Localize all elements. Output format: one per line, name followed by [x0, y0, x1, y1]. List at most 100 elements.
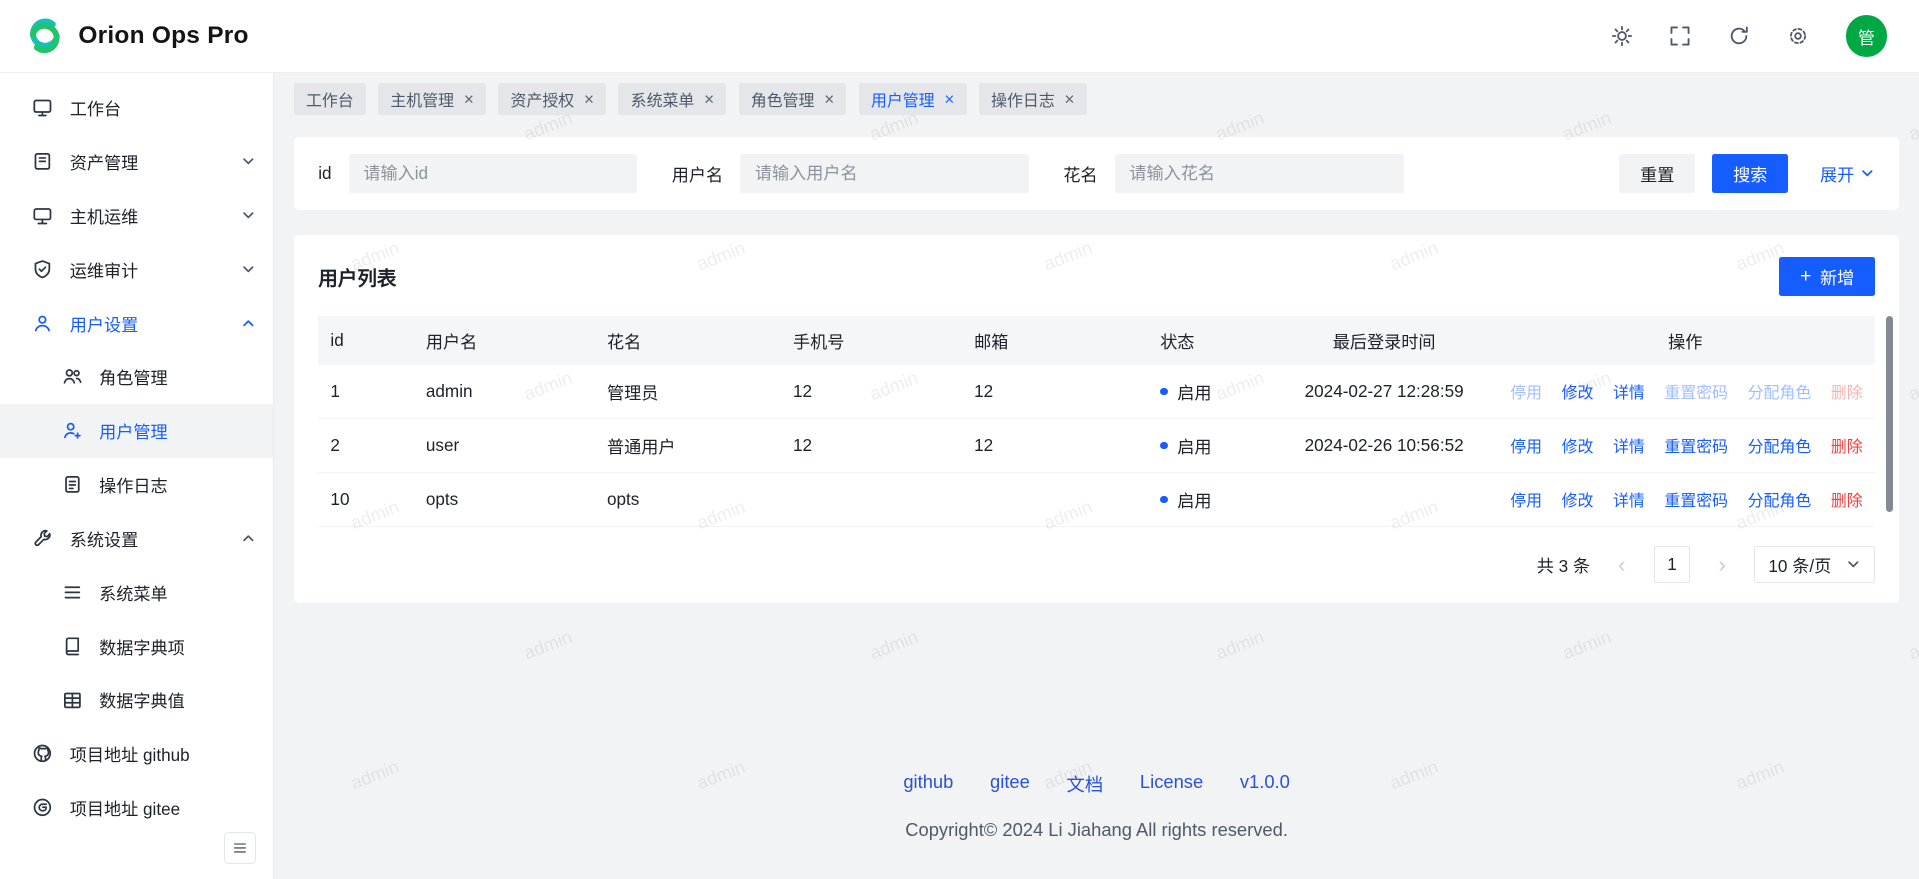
theme-toggle-button[interactable] — [1601, 15, 1643, 57]
action-assign-role[interactable]: 分配角色 — [1748, 488, 1812, 511]
refresh-button[interactable] — [1718, 15, 1760, 57]
close-icon[interactable]: × — [944, 91, 954, 108]
tab-asset-auth[interactable]: 资产授权× — [498, 83, 606, 115]
close-icon[interactable]: × — [824, 91, 834, 108]
action-detail[interactable]: 详情 — [1613, 488, 1645, 511]
close-icon[interactable]: × — [584, 91, 594, 108]
cell-username: opts — [414, 472, 595, 526]
table-header: id用户名花名手机号邮箱状态最后登录时间操作 — [318, 316, 1875, 365]
filter-card: id 用户名 花名 重置 搜索 展开 — [294, 137, 1900, 210]
chevron-down-icon — [241, 208, 256, 223]
sidebar-item-workbench[interactable]: 工作台 — [0, 81, 273, 135]
action-assign-role[interactable]: 分配角色 — [1748, 380, 1812, 403]
sidebar-item-user-manage[interactable]: 用户管理 — [0, 404, 273, 458]
action-disable[interactable]: 停用 — [1510, 434, 1542, 457]
sidebar-item-gitee[interactable]: 项目地址 gitee — [0, 781, 273, 835]
sidebar-item-ops-audit[interactable]: 运维审计 — [0, 242, 273, 296]
sidebar-item-system-menu[interactable]: 系统菜单 — [0, 565, 273, 619]
tab-op-log[interactable]: 操作日志× — [979, 83, 1087, 115]
pagination-prev-button[interactable]: ‹ — [1605, 547, 1639, 581]
scrollbar-thumb[interactable] — [1886, 316, 1893, 512]
add-button-label: 新增 — [1820, 264, 1854, 289]
action-disable[interactable]: 停用 — [1510, 380, 1542, 403]
refresh-icon — [1728, 25, 1750, 47]
cell-phone — [781, 472, 962, 526]
sidebar-item-asset-manage[interactable]: 资产管理 — [0, 135, 273, 189]
table-row: 10optsopts启用停用修改详情重置密码分配角色删除 — [318, 472, 1875, 526]
search-button[interactable]: 搜索 — [1712, 154, 1788, 193]
action-edit[interactable]: 修改 — [1562, 488, 1594, 511]
close-icon[interactable]: × — [704, 91, 714, 108]
reset-button[interactable]: 重置 — [1619, 154, 1695, 193]
username-input[interactable] — [740, 154, 1029, 193]
action-delete[interactable]: 删除 — [1831, 488, 1863, 511]
add-button[interactable]: + 新增 — [1779, 257, 1875, 296]
cell-last-login: 2024-02-27 12:28:59 — [1273, 365, 1496, 419]
tab-role-manage[interactable]: 角色管理 × — [739, 83, 847, 115]
sidebar-item-host-ops[interactable]: 主机运维 — [0, 188, 273, 242]
sidebar-item-role-manage[interactable]: 角色管理 — [0, 350, 273, 404]
cell-email: 12 — [962, 365, 1148, 419]
sidebar-item-system-settings[interactable]: 系统设置 — [0, 512, 273, 566]
sidebar-item-github[interactable]: 项目地址 github — [0, 727, 273, 781]
action-edit[interactable]: 修改 — [1562, 380, 1594, 403]
tab-label: 角色管理 — [751, 88, 815, 111]
sidebar-item-dict-value[interactable]: 数据字典值 — [0, 673, 273, 727]
pagination-next-button[interactable]: › — [1705, 547, 1739, 581]
cell-last-login: 2024-02-26 10:56:52 — [1273, 418, 1496, 472]
roles-icon — [61, 366, 83, 388]
action-detail[interactable]: 详情 — [1613, 434, 1645, 457]
table-scrollbar[interactable] — [1886, 316, 1893, 527]
gitee-icon — [32, 797, 54, 819]
log-icon — [61, 474, 83, 496]
footer-link-3[interactable]: License — [1140, 771, 1203, 797]
sidebar-item-dict-item[interactable]: 数据字典项 — [0, 619, 273, 673]
watermark-text: admin — [1906, 626, 1919, 664]
row-actions: 停用修改详情重置密码分配角色删除 — [1508, 488, 1863, 511]
app-logo-icon — [24, 15, 66, 57]
sidebar-item-user-settings[interactable]: 用户设置 — [0, 296, 273, 350]
tab-system-menu[interactable]: 系统菜单 × — [618, 83, 726, 115]
column-header: 操作 — [1496, 316, 1876, 365]
status-dot-icon — [1160, 442, 1167, 449]
id-input[interactable] — [349, 154, 638, 193]
tab-workbench[interactable]: 工作台 — [294, 83, 366, 115]
cell-phone: 12 — [781, 418, 962, 472]
tab-user-manage[interactable]: 用户管理× — [859, 83, 967, 115]
footer-link-0[interactable]: github — [903, 771, 953, 797]
action-edit[interactable]: 修改 — [1562, 434, 1594, 457]
action-delete[interactable]: 删除 — [1831, 380, 1863, 403]
close-icon[interactable]: × — [1065, 91, 1075, 108]
header-actions-area: 管 — [1601, 15, 1887, 57]
page-size-select[interactable]: 10 条/页 — [1754, 546, 1875, 583]
tab-label: 系统菜单 — [631, 88, 695, 111]
cell-last-login — [1273, 472, 1496, 526]
action-disable[interactable]: 停用 — [1510, 488, 1542, 511]
action-delete[interactable]: 删除 — [1831, 434, 1863, 457]
column-header: id — [318, 316, 413, 365]
expand-toggle[interactable]: 展开 — [1820, 161, 1875, 186]
sidebar-item-label: 项目地址 gitee — [70, 795, 180, 820]
action-reset-password[interactable]: 重置密码 — [1664, 380, 1728, 403]
page-1-button[interactable]: 1 — [1654, 546, 1691, 583]
user-avatar[interactable]: 管 — [1846, 15, 1888, 57]
nickname-input[interactable] — [1115, 154, 1404, 193]
action-detail[interactable]: 详情 — [1613, 380, 1645, 403]
fullscreen-button[interactable] — [1660, 15, 1702, 57]
footer-link-2[interactable]: 文档 — [1067, 771, 1104, 797]
tab-host-manage[interactable]: 主机管理× — [378, 83, 486, 115]
cell-id: 2 — [318, 418, 413, 472]
action-reset-password[interactable]: 重置密码 — [1664, 434, 1728, 457]
column-header: 最后登录时间 — [1273, 316, 1496, 365]
action-assign-role[interactable]: 分配角色 — [1748, 434, 1812, 457]
footer-link-4[interactable]: v1.0.0 — [1240, 771, 1290, 797]
action-reset-password[interactable]: 重置密码 — [1664, 488, 1728, 511]
settings-button[interactable] — [1777, 15, 1819, 57]
chevron-down-icon — [1860, 166, 1875, 181]
chevron-down-icon — [241, 262, 256, 277]
sidebar-collapse-button[interactable] — [224, 832, 256, 864]
footer-link-1[interactable]: gitee — [990, 771, 1030, 797]
sidebar-item-op-log[interactable]: 操作日志 — [0, 458, 273, 512]
close-icon[interactable]: × — [464, 91, 474, 108]
copyright: Copyright© 2024 Li Jiahang All rights re… — [274, 819, 1919, 841]
